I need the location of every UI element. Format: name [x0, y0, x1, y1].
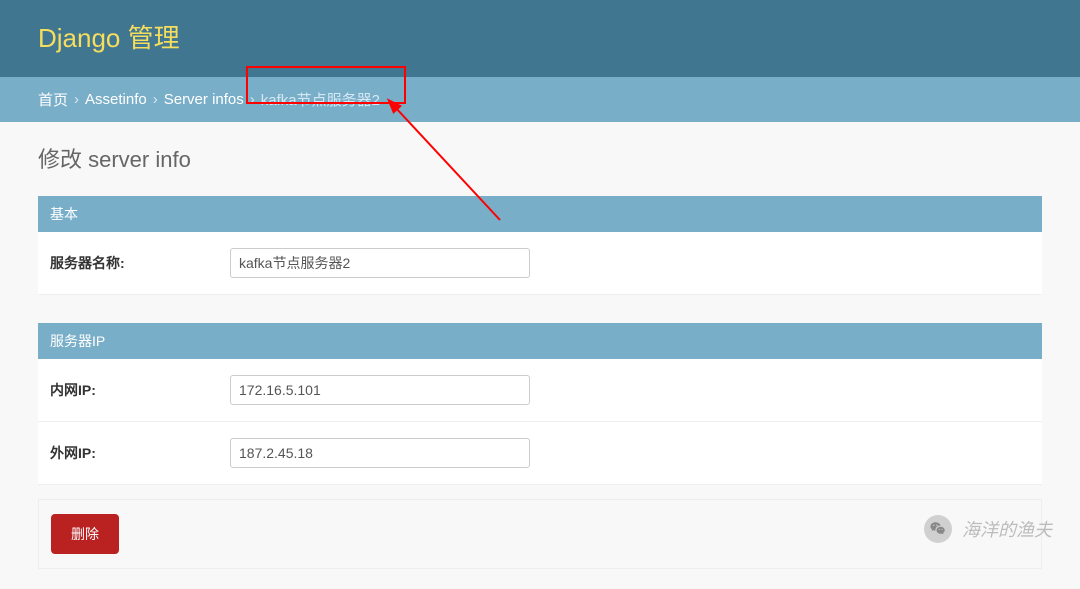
field-row-server-name: 服务器名称: [38, 232, 1042, 295]
content: 修改 server info 基本 服务器名称: 服务器IP 内网IP: 外网I… [0, 122, 1080, 589]
breadcrumb-home[interactable]: 首页 [38, 89, 68, 110]
breadcrumb-separator: › [250, 91, 255, 108]
server-name-input[interactable] [230, 248, 530, 278]
breadcrumb-separator: › [153, 91, 158, 108]
internal-ip-label: 内网IP: [50, 380, 230, 400]
external-ip-input[interactable] [230, 438, 530, 468]
breadcrumb-separator: › [74, 91, 79, 108]
delete-button[interactable]: 删除 [51, 514, 119, 554]
fieldset-ip-legend: 服务器IP [38, 323, 1042, 359]
submit-row: 删除 [38, 499, 1042, 569]
site-title: Django 管理 [38, 18, 1042, 55]
page-title: 修改 server info [38, 142, 1042, 174]
breadcrumb-current: kafka节点服务器2 [261, 89, 380, 110]
breadcrumb: 首页 › Assetinfo › Server infos › kafka节点服… [0, 77, 1080, 122]
header-bar: Django 管理 [0, 0, 1080, 77]
external-ip-label: 外网IP: [50, 443, 230, 463]
breadcrumb-server-infos[interactable]: Server infos [164, 91, 244, 108]
fieldset-basic-legend: 基本 [38, 196, 1042, 232]
field-row-external-ip: 外网IP: [38, 422, 1042, 485]
field-row-internal-ip: 内网IP: [38, 359, 1042, 422]
breadcrumb-assetinfo[interactable]: Assetinfo [85, 91, 147, 108]
internal-ip-input[interactable] [230, 375, 530, 405]
server-name-label: 服务器名称: [50, 253, 230, 273]
